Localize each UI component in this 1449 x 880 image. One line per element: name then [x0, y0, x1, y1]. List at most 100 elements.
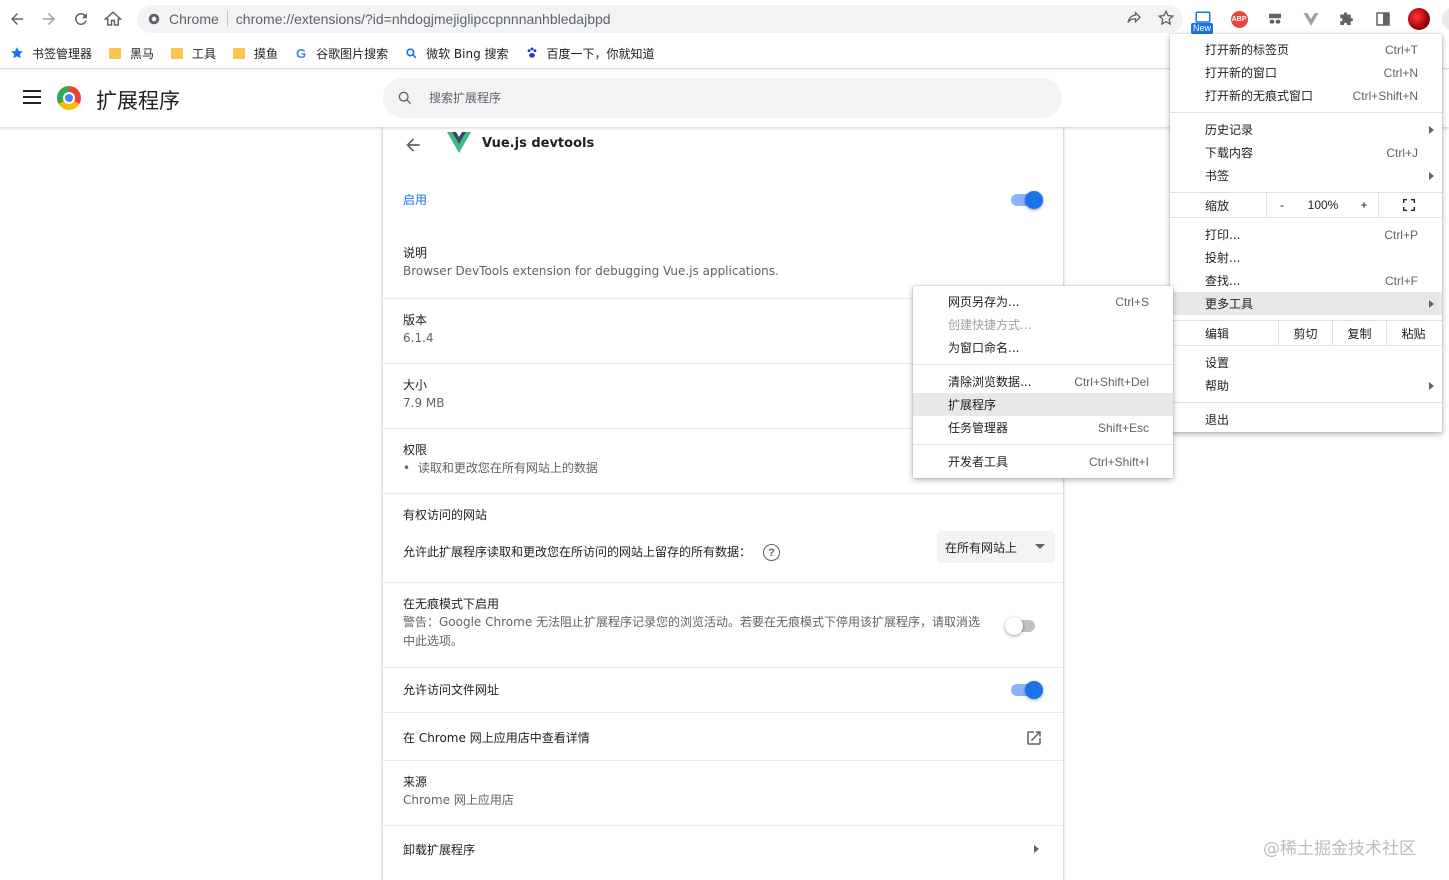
side-panel-button[interactable]: [1370, 7, 1396, 31]
url-separator: [226, 11, 228, 27]
enable-row: 启用: [383, 163, 1063, 238]
menu-item-clear-data[interactable]: 清除浏览数据... Ctrl+Shift+Del: [913, 370, 1173, 393]
menu-item-help[interactable]: 帮助: [1170, 374, 1442, 397]
extensions-menu-button[interactable]: [1334, 7, 1360, 31]
menu-shortcut: Ctrl+N: [1383, 65, 1418, 80]
bookmark-item[interactable]: 微软 Bing 搜索: [404, 45, 509, 62]
menu-shortcut: Ctrl+Shift+N: [1352, 88, 1418, 103]
menu-item-bookmarks[interactable]: 书签: [1170, 164, 1442, 187]
submenu-arrow-icon: [1429, 382, 1434, 390]
extension-name: Vue.js devtools: [482, 136, 595, 151]
adblock-button[interactable]: ABP: [1226, 7, 1252, 31]
file-urls-toggle[interactable]: [1011, 681, 1043, 699]
menu-item-extensions[interactable]: 扩展程序: [913, 393, 1173, 416]
extension-icons: New ABP: [1190, 7, 1449, 34]
menu-item-settings[interactable]: 设置: [1170, 351, 1442, 374]
site-access-label: 有权访问的网站: [403, 508, 488, 522]
fullscreen-icon: [1403, 199, 1415, 211]
enable-toggle[interactable]: [1011, 191, 1043, 209]
menu-edit-row: 编辑 剪切 复制 粘贴: [1170, 320, 1442, 346]
menu-label: 退出: [1205, 413, 1230, 427]
reload-button[interactable]: [65, 3, 97, 35]
url-scheme-label: Chrome: [169, 11, 219, 27]
bookmark-item[interactable]: 百度一下，你就知道: [525, 45, 655, 62]
menu-item-more-tools[interactable]: 更多工具: [1170, 292, 1442, 315]
fullscreen-button[interactable]: [1378, 192, 1439, 218]
menu-item-new-window[interactable]: 打开新的窗口 Ctrl+N: [1170, 61, 1442, 84]
zoom-level: 100%: [1307, 198, 1339, 212]
submenu-arrow-icon: [1429, 300, 1434, 308]
remove-row[interactable]: 卸载扩展程序: [383, 825, 1063, 873]
chrome-menu-button[interactable]: [1442, 7, 1449, 31]
menu-item-cast[interactable]: 投射...: [1170, 246, 1442, 269]
bookmark-label: 黑马: [130, 46, 155, 61]
home-button[interactable]: [97, 3, 129, 35]
menu-item-find[interactable]: 查找... Ctrl+F: [1170, 269, 1442, 292]
hamburger-menu-icon[interactable]: [23, 90, 41, 104]
menu-item-name-window[interactable]: 为窗口命名...: [913, 336, 1173, 359]
open-in-new-icon[interactable]: [1025, 729, 1043, 747]
profile-button[interactable]: [1406, 7, 1432, 31]
paste-button[interactable]: 粘贴: [1386, 320, 1440, 346]
zoom-in-button[interactable]: +: [1349, 198, 1379, 212]
incognito-label: 在无痕模式下启用: [403, 597, 500, 611]
menu-label: 网页另存为...: [948, 295, 1020, 309]
submenu-arrow-icon: [1429, 126, 1434, 134]
arrow-left-icon: [11, 13, 23, 25]
webstore-row[interactable]: 在 Chrome 网上应用店中查看详情: [383, 712, 1063, 760]
search-bar[interactable]: [383, 78, 1062, 118]
bookmark-star-icon[interactable]: [1157, 9, 1175, 27]
copy-button[interactable]: 复制: [1332, 320, 1386, 346]
baidu-paw-icon: [525, 46, 539, 60]
menu-item-history[interactable]: 历史记录: [1170, 118, 1442, 141]
zoom-out-button[interactable]: -: [1267, 198, 1297, 212]
menu-item-new-incognito[interactable]: 打开新的无痕式窗口 Ctrl+Shift+N: [1170, 84, 1442, 107]
site-access-select[interactable]: 在所有网站上: [937, 531, 1055, 563]
description-text: Browser DevTools extension for debugging…: [403, 264, 779, 278]
address-bar[interactable]: Chrome chrome://extensions/?id=nhdogjmej…: [137, 5, 1183, 33]
menu-item-new-tab[interactable]: 打开新的标签页 Ctrl+T: [1170, 38, 1442, 61]
menu-shortcut: Shift+Esc: [1097, 420, 1149, 435]
menu-item-exit[interactable]: 退出: [1170, 408, 1442, 431]
menu-label: 历史记录: [1205, 123, 1254, 137]
vue-ext-button[interactable]: [1298, 7, 1324, 31]
menu-label: 更多工具: [1205, 297, 1254, 311]
menu-item-downloads[interactable]: 下载内容 Ctrl+J: [1170, 141, 1442, 164]
menu-label: 开发者工具: [948, 455, 1009, 469]
menu-item-print[interactable]: 打印... Ctrl+P: [1170, 223, 1442, 246]
share-icon[interactable]: [1125, 9, 1143, 27]
menu-shortcut: Ctrl+P: [1384, 227, 1418, 242]
search-input[interactable]: [429, 91, 1029, 105]
bookmark-item[interactable]: 工具: [170, 45, 216, 62]
incognito-ext-button[interactable]: [1262, 7, 1288, 31]
new-extension-button[interactable]: New: [1190, 7, 1216, 34]
bookmark-label: 工具: [192, 46, 217, 61]
back-button[interactable]: [1, 3, 33, 35]
menu-label: 缩放: [1205, 198, 1230, 213]
forward-button[interactable]: [33, 3, 65, 35]
zoom-controls: - 100% +: [1266, 192, 1379, 218]
remove-label: 卸载扩展程序: [403, 843, 476, 857]
browser-toolbar: Chrome chrome://extensions/?id=nhdogjmej…: [0, 0, 1449, 38]
incognito-row: 在无痕模式下启用 警告：Google Chrome 无法阻止扩展程序记录您的浏览…: [383, 582, 1063, 667]
cut-button[interactable]: 剪切: [1278, 320, 1332, 346]
menu-label: 打印...: [1205, 228, 1241, 242]
dropdown-caret-icon: [1035, 544, 1045, 549]
incognito-toggle[interactable]: [1005, 617, 1039, 635]
bookmark-item[interactable]: 黑马: [108, 45, 154, 62]
source-value: Chrome 网上应用店: [403, 793, 514, 807]
watermark: @稀土掘金技术社区: [1263, 839, 1416, 859]
bookmark-label: 书签管理器: [32, 46, 93, 61]
menu-item-devtools[interactable]: 开发者工具 Ctrl+Shift+I: [913, 450, 1173, 473]
menu-item-task-manager[interactable]: 任务管理器 Shift+Esc: [913, 416, 1173, 439]
arrow-left-icon[interactable]: [403, 135, 423, 155]
menu-label: 编辑: [1205, 326, 1230, 341]
menu-item-save-page[interactable]: 网页另存为... Ctrl+S: [913, 290, 1173, 313]
menu-label: 查找...: [1205, 274, 1241, 288]
google-icon: G: [296, 45, 307, 61]
bookmark-item[interactable]: 书签管理器: [10, 45, 92, 62]
bookmark-item[interactable]: G 谷歌图片搜索: [294, 45, 388, 62]
help-icon[interactable]: ?: [763, 544, 781, 561]
bookmark-item[interactable]: 摸鱼: [232, 45, 278, 62]
vue-logo-icon: [1303, 13, 1319, 26]
